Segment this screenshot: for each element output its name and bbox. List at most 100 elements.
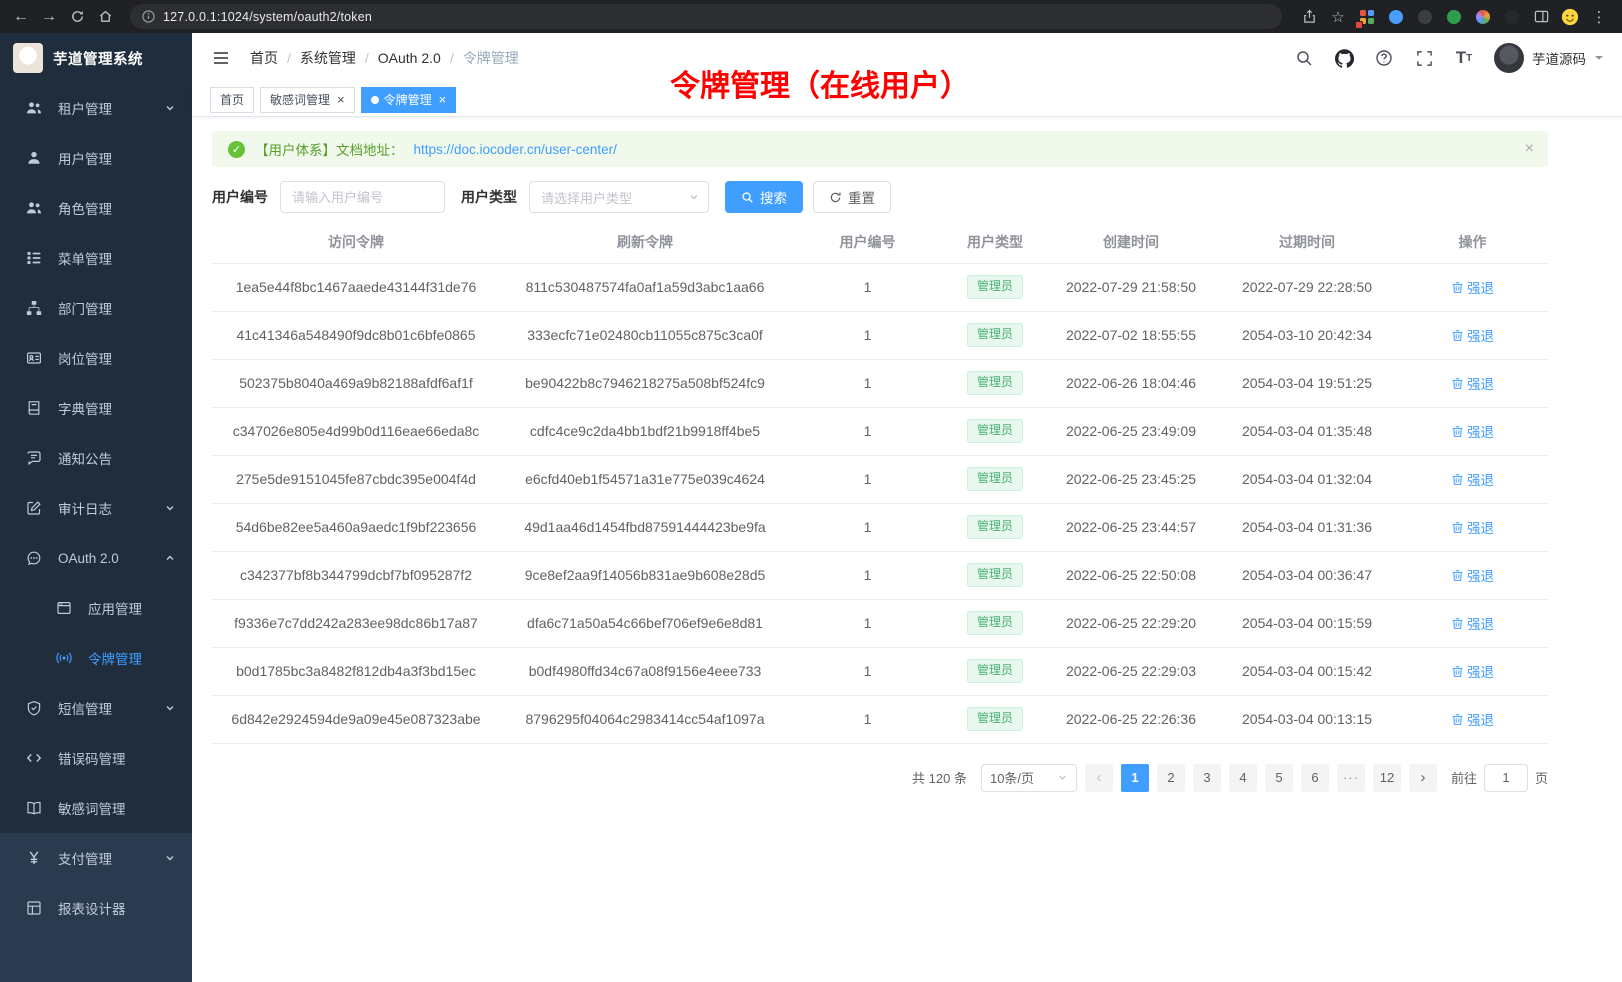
tab-close-icon[interactable]: × (439, 93, 447, 106)
user-id-cell: 1 (790, 359, 945, 407)
tab-sensitive-words[interactable]: 敏感词管理× (260, 87, 355, 113)
pagination-page-4[interactable]: 4 (1229, 764, 1257, 792)
pagination-next-button[interactable]: › (1409, 764, 1437, 792)
extension-pinwheel-icon[interactable] (1474, 8, 1492, 26)
sidebar-item-sensitive[interactable]: 敏感词管理 (0, 783, 192, 833)
user-id-cell: 1 (790, 551, 945, 599)
force-logout-button[interactable]: 强退 (1451, 709, 1494, 729)
book-icon (26, 400, 42, 416)
force-logout-button[interactable]: 强退 (1451, 421, 1494, 441)
sidebar-item-errcode[interactable]: 错误码管理 (0, 733, 192, 783)
sidebar-item-user[interactable]: 用户管理 (0, 133, 192, 183)
extension-icon[interactable] (1358, 8, 1376, 26)
pagination-page-5[interactable]: 5 (1265, 764, 1293, 792)
sidebar-menu: 租户管理用户管理角色管理菜单管理部门管理岗位管理字典管理通知公告审计日志 OAut… (0, 83, 192, 833)
sidebar-item-audit[interactable]: 审计日志 (0, 483, 192, 533)
extension-dark-icon[interactable] (1416, 8, 1434, 26)
filter-bar: 用户编号 用户类型 请选择用户类型 搜 (212, 181, 1548, 213)
goto-page-input[interactable] (1484, 764, 1528, 792)
sidebar-item-dict[interactable]: 字典管理 (0, 383, 192, 433)
sidebar-item-report[interactable]: 报表设计器 (0, 883, 192, 933)
pagination-prev-button[interactable]: ‹ (1085, 764, 1113, 792)
sidebar-item-menu[interactable]: 菜单管理 (0, 233, 192, 283)
force-logout-button[interactable]: 强退 (1451, 613, 1494, 633)
breadcrumb-item: 令牌管理 (463, 48, 519, 68)
user-type-badge: 管理员 (967, 515, 1023, 539)
force-logout-button[interactable]: 强退 (1451, 469, 1494, 489)
breadcrumb-item[interactable]: 系统管理 (300, 48, 356, 68)
code-icon (26, 750, 42, 766)
search-icon[interactable] (1294, 48, 1314, 68)
bookmark-star-icon[interactable]: ☆ (1329, 8, 1347, 26)
sidebar-item-tenant[interactable]: 租户管理 (0, 83, 192, 133)
idcard-icon (26, 350, 42, 366)
browser-back-button[interactable]: ← (8, 4, 34, 30)
share-icon[interactable] (1300, 8, 1318, 26)
user-type-cell: 管理员 (945, 599, 1045, 647)
app-logo-row[interactable]: 芋道管理系统 (0, 33, 192, 83)
pagination-page-6[interactable]: 6 (1301, 764, 1329, 792)
force-logout-button[interactable]: 强退 (1451, 565, 1494, 585)
extension-blue-icon[interactable] (1387, 8, 1405, 26)
pagination-more-button[interactable]: ··· (1337, 764, 1365, 792)
extension-green-icon[interactable] (1445, 8, 1463, 26)
edit-icon (26, 500, 42, 516)
sidebar-item-dept[interactable]: 部门管理 (0, 283, 192, 333)
alert-doc-link[interactable]: https://doc.iocoder.cn/user-center/ (414, 142, 617, 157)
sidebar-item-token[interactable]: 令牌管理 (0, 633, 192, 683)
browser-reload-button[interactable] (64, 4, 90, 30)
page-size-select[interactable]: 10条/页 (981, 764, 1077, 792)
force-logout-button[interactable]: 强退 (1451, 517, 1494, 537)
sidebar-item-role[interactable]: 角色管理 (0, 183, 192, 233)
user-menu[interactable]: 芋道源码 (1494, 43, 1604, 73)
tab-token[interactable]: 令牌管理× (361, 87, 457, 113)
browser-home-button[interactable] (92, 4, 118, 30)
split-view-icon[interactable] (1532, 8, 1550, 26)
tab-close-icon[interactable]: × (337, 93, 345, 106)
sidebar-item-oauth2[interactable]: OAuth 2.0 (0, 533, 192, 583)
user-id-input[interactable] (280, 181, 445, 213)
refresh-token-cell: cdfc4ce9c2da4bb1bdf21b9918ff4be5 (500, 407, 790, 455)
user-type-select[interactable]: 请选择用户类型 (529, 181, 709, 213)
sidebar-item-label: 审计日志 (58, 498, 112, 518)
reset-button[interactable]: 重置 (813, 181, 891, 213)
breadcrumb-item[interactable]: 首页 (250, 48, 278, 68)
force-logout-button[interactable]: 强退 (1451, 325, 1494, 345)
sidebar-item-pay[interactable]: 支付管理 (0, 833, 192, 883)
alert-close-icon[interactable]: × (1525, 140, 1534, 158)
access-token-cell: 1ea5e44f8bc1467aaede43144f31de76 (212, 263, 500, 311)
sidebar-item-label: 菜单管理 (58, 248, 112, 268)
pagination-page-3[interactable]: 3 (1193, 764, 1221, 792)
browser-forward-button[interactable]: → (36, 4, 62, 30)
action-cell: 强退 (1397, 455, 1548, 503)
help-icon[interactable] (1374, 48, 1394, 68)
search-button[interactable]: 搜索 (725, 181, 803, 213)
force-logout-button[interactable]: 强退 (1451, 661, 1494, 681)
sidebar-item-sms[interactable]: 短信管理 (0, 683, 192, 733)
sidebar-menu-bottom: 支付管理报表设计器 (0, 833, 192, 982)
sidebar: 芋道管理系统 租户管理用户管理角色管理菜单管理部门管理岗位管理字典管理通知公告审… (0, 33, 192, 982)
force-logout-button[interactable]: 强退 (1451, 277, 1494, 297)
site-info-icon[interactable] (142, 10, 155, 23)
browser-url-bar[interactable]: 127.0.0.1:1024/system/oauth2/token (130, 4, 1282, 29)
goto-label: 前往 (1451, 768, 1477, 787)
user-type-badge: 管理员 (967, 611, 1023, 635)
breadcrumb-item[interactable]: OAuth 2.0 (378, 50, 441, 66)
sidebar-item-post[interactable]: 岗位管理 (0, 333, 192, 383)
github-icon[interactable] (1334, 48, 1354, 68)
breadcrumb: 首页/系统管理/OAuth 2.0/令牌管理 (250, 48, 519, 68)
pagination-page-2[interactable]: 2 (1157, 764, 1185, 792)
fullscreen-icon[interactable] (1414, 48, 1434, 68)
sidebar-item-app[interactable]: 应用管理 (0, 583, 192, 633)
tab-home[interactable]: 首页 (210, 87, 254, 113)
extension-paw-icon[interactable] (1503, 8, 1521, 26)
menu-collapse-icon[interactable] (210, 47, 232, 69)
pagination-page-12[interactable]: 12 (1373, 764, 1401, 792)
browser-profile-avatar[interactable] (1561, 8, 1579, 26)
sidebar-item-notice[interactable]: 通知公告 (0, 433, 192, 483)
force-logout-button[interactable]: 强退 (1451, 373, 1494, 393)
browser-menu-icon[interactable]: ⋮ (1590, 8, 1608, 26)
pagination-page-1[interactable]: 1 (1121, 764, 1149, 792)
openbook-icon (26, 800, 42, 816)
font-size-icon[interactable]: TT (1454, 48, 1474, 68)
